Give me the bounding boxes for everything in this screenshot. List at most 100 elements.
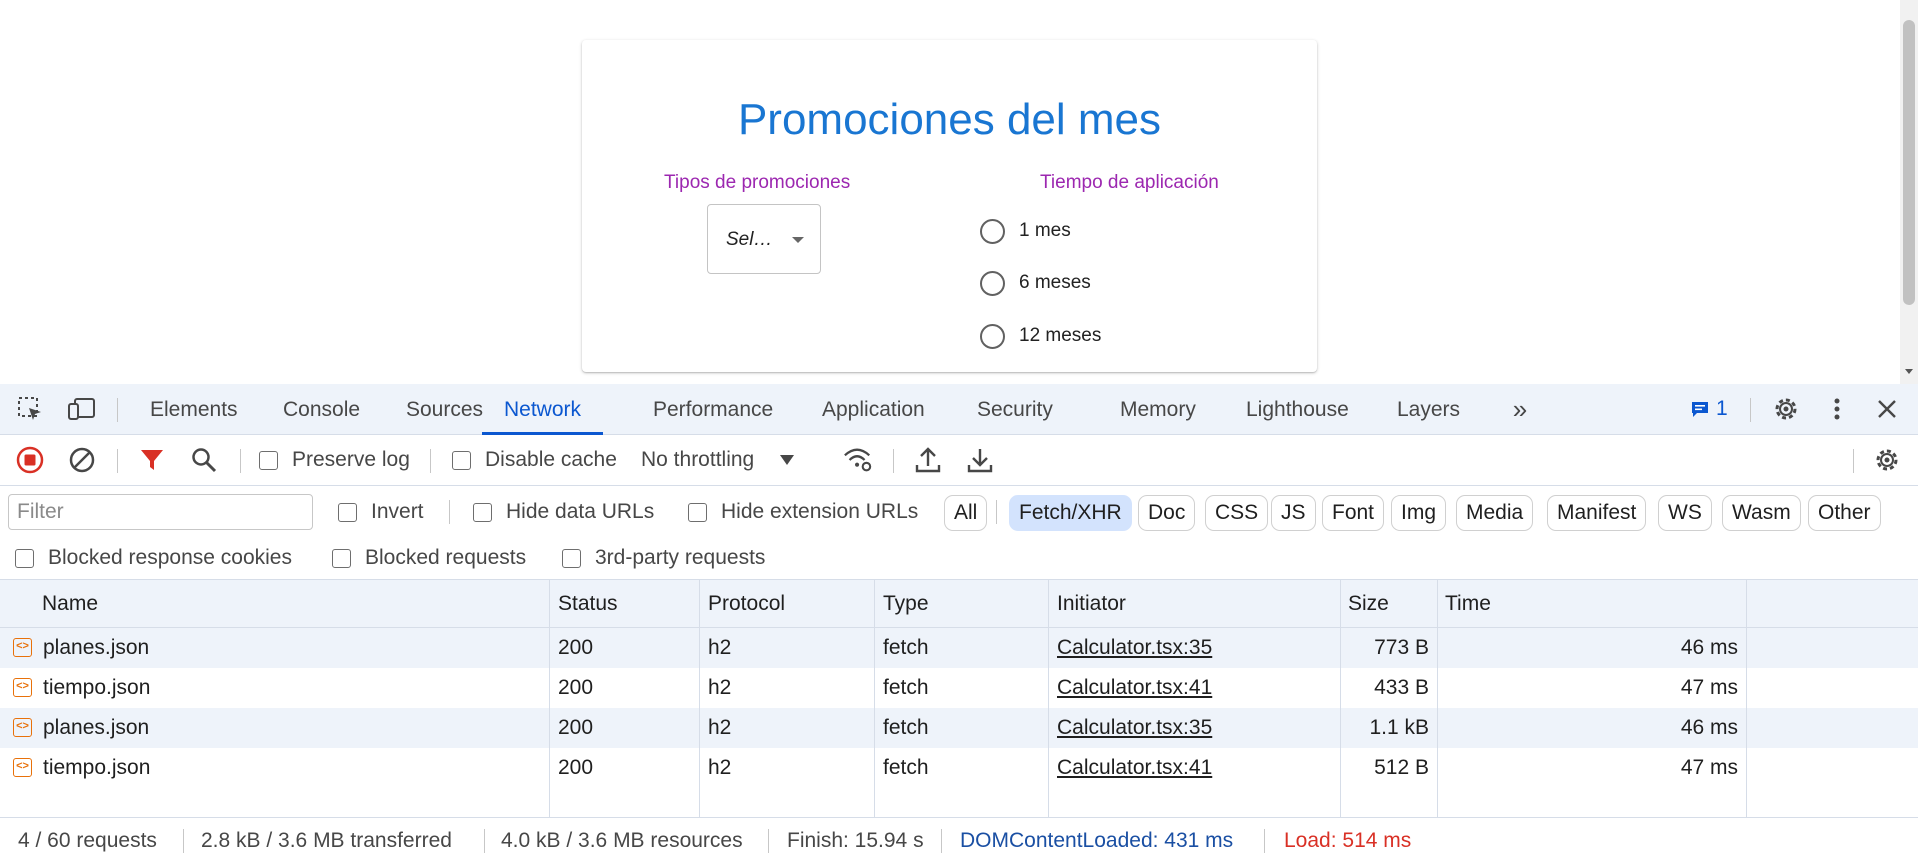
tab-lighthouse[interactable]: Lighthouse	[1246, 384, 1349, 435]
type-filter-manifest[interactable]: Manifest	[1547, 495, 1647, 531]
divider	[893, 449, 894, 473]
filter-bar: Invert Hide data URLs Hide extension URL…	[0, 486, 1918, 536]
type-filter-fetch-xhr[interactable]: Fetch/XHR	[1009, 495, 1132, 531]
table-row[interactable]: <> tiempo.json 200 h2 fetch Calculator.t…	[0, 668, 1918, 708]
column-divider[interactable]	[1340, 580, 1341, 817]
radio-circle-icon[interactable]	[980, 323, 1005, 349]
cell-name: tiempo.json	[43, 676, 151, 699]
blocked-response-cookies-checkbox[interactable]: Blocked response cookies	[15, 546, 292, 570]
column-header-protocol[interactable]: Protocol	[700, 580, 785, 628]
fetch-request-icon: <>	[13, 638, 32, 657]
tab-memory[interactable]: Memory	[1120, 384, 1196, 435]
import-har-icon[interactable]	[913, 445, 943, 475]
hide-extension-urls-checkbox[interactable]: Hide extension URLs	[688, 500, 918, 524]
checkbox-box[interactable]	[473, 502, 492, 522]
invert-label: Invert	[371, 500, 424, 523]
network-conditions-icon[interactable]	[843, 445, 873, 475]
type-filter-ws[interactable]: WS	[1658, 495, 1712, 531]
column-divider[interactable]	[1746, 580, 1747, 817]
radio-option-1[interactable]: 1 mes	[980, 216, 1071, 246]
tab-layers[interactable]: Layers	[1397, 384, 1460, 435]
inspect-element-icon[interactable]	[15, 394, 45, 424]
column-header-type[interactable]: Type	[875, 580, 929, 628]
type-filter-css[interactable]: CSS	[1205, 495, 1269, 531]
checkbox-box[interactable]	[332, 548, 351, 568]
type-filter-all[interactable]: All	[944, 495, 988, 531]
scrollbar-thumb[interactable]	[1903, 20, 1915, 305]
load-time: Load: 514 ms	[1284, 829, 1412, 852]
radio-circle-icon[interactable]	[980, 270, 1005, 296]
table-row[interactable]: <> planes.json 200 h2 fetch Calculator.t…	[0, 628, 1918, 668]
cell-initiator-link[interactable]: Calculator.tsx:35	[1049, 628, 1212, 668]
tab-console[interactable]: Console	[283, 384, 360, 435]
cell-protocol: h2	[708, 636, 732, 659]
clear-icon[interactable]	[67, 445, 97, 475]
column-divider[interactable]	[1437, 580, 1438, 817]
column-header-time[interactable]: Time	[1437, 580, 1491, 628]
column-divider[interactable]	[699, 580, 700, 817]
third-party-requests-checkbox[interactable]: 3rd-party requests	[562, 546, 765, 570]
radio-option-2[interactable]: 6 meses	[980, 268, 1091, 298]
column-divider[interactable]	[874, 580, 875, 817]
hide-data-urls-checkbox[interactable]: Hide data URLs	[473, 500, 654, 524]
tab-application[interactable]: Application	[822, 384, 925, 435]
column-header-name[interactable]: Name	[34, 580, 98, 628]
settings-gear-icon[interactable]	[1771, 394, 1801, 424]
column-header-initiator[interactable]: Initiator	[1049, 580, 1126, 628]
column-divider[interactable]	[1048, 580, 1049, 817]
cell-initiator-link[interactable]: Calculator.tsx:35	[1049, 708, 1212, 748]
export-har-icon[interactable]	[965, 445, 995, 475]
checkbox-box[interactable]	[259, 450, 278, 470]
more-tabs-icon[interactable]: »	[1505, 394, 1535, 424]
tab-security[interactable]: Security	[977, 384, 1053, 435]
table-row[interactable]: <> tiempo.json 200 h2 fetch Calculator.t…	[0, 748, 1918, 788]
network-settings-icon[interactable]	[1872, 445, 1902, 475]
radio-label: 12 meses	[1019, 325, 1102, 346]
column-divider[interactable]	[549, 580, 550, 817]
tab-elements[interactable]: Elements	[150, 384, 238, 435]
radio-option-3[interactable]: 12 meses	[980, 321, 1101, 351]
cell-initiator-link[interactable]: Calculator.tsx:41	[1049, 668, 1212, 708]
cell-type: fetch	[883, 676, 929, 699]
cell-size: 512 B	[1374, 756, 1429, 779]
throttling-select[interactable]: No throttling	[641, 448, 795, 472]
search-icon[interactable]	[189, 445, 219, 475]
cell-initiator-link[interactable]: Calculator.tsx:41	[1049, 748, 1212, 788]
filter-icon[interactable]	[137, 445, 167, 475]
close-icon[interactable]	[1872, 394, 1902, 424]
filter-input[interactable]	[8, 494, 313, 530]
column-header-status[interactable]: Status	[550, 580, 618, 628]
checkbox-box[interactable]	[452, 450, 471, 470]
type-filter-other[interactable]: Other	[1808, 495, 1881, 531]
type-filter-font[interactable]: Font	[1322, 495, 1385, 531]
column-header-size[interactable]: Size	[1340, 580, 1389, 628]
tab-network[interactable]: Network	[482, 384, 604, 435]
checkbox-box[interactable]	[688, 502, 707, 522]
checkbox-box[interactable]	[338, 502, 357, 522]
scroll-down-arrow-icon[interactable]	[1905, 369, 1913, 374]
type-filter-js[interactable]: JS	[1271, 495, 1316, 531]
tab-performance[interactable]: Performance	[653, 384, 773, 435]
divider	[1264, 829, 1265, 853]
more-options-icon[interactable]	[1822, 394, 1852, 424]
checkbox-box[interactable]	[15, 548, 34, 568]
device-toolbar-icon[interactable]	[67, 394, 97, 424]
type-filter-doc[interactable]: Doc	[1138, 495, 1196, 531]
blocked-requests-checkbox[interactable]: Blocked requests	[332, 546, 526, 570]
radio-circle-icon[interactable]	[980, 218, 1005, 244]
disable-cache-checkbox[interactable]: Disable cache	[452, 448, 617, 472]
tab-sources[interactable]: Sources	[406, 384, 483, 435]
type-filter-wasm[interactable]: Wasm	[1722, 495, 1801, 531]
type-filter-media[interactable]: Media	[1456, 495, 1534, 531]
checkbox-box[interactable]	[562, 548, 581, 568]
page-scrollbar[interactable]	[1900, 0, 1918, 384]
type-filter-img[interactable]: Img	[1391, 495, 1447, 531]
invert-checkbox[interactable]: Invert	[338, 500, 424, 524]
table-row[interactable]: <> planes.json 200 h2 fetch Calculator.t…	[0, 708, 1918, 748]
promotion-type-select[interactable]: Sel…	[707, 204, 821, 274]
issues-counter[interactable]: 1	[1690, 394, 1740, 424]
preserve-log-checkbox[interactable]: Preserve log	[259, 448, 410, 472]
cell-size: 773 B	[1374, 636, 1429, 659]
stop-recording-icon[interactable]	[15, 445, 45, 475]
network-toolbar: Preserve log Disable cache No throttling	[0, 435, 1918, 486]
